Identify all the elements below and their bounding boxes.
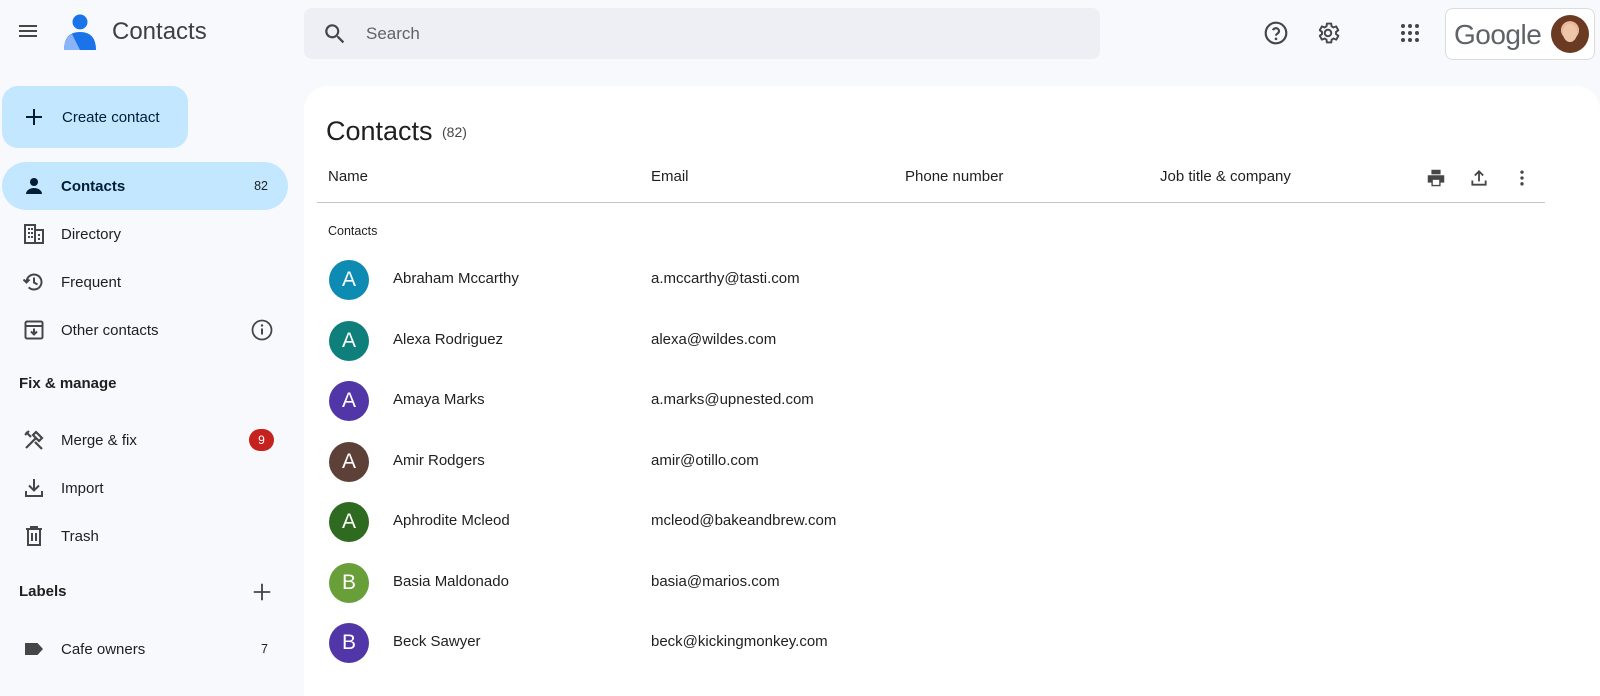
sidebar: Create contact Contacts 82 Directory Fre… — [0, 70, 300, 696]
create-contact-button[interactable]: Create contact — [2, 86, 188, 148]
building-icon — [24, 224, 44, 244]
table-row[interactable]: A Amir Rodgers amir@otillo.com — [304, 432, 1564, 492]
labels-header: Labels — [19, 583, 67, 600]
apps-button[interactable] — [1390, 13, 1430, 53]
contact-avatar: B — [329, 623, 369, 663]
more-options-button[interactable] — [1506, 162, 1538, 194]
contacts-logo-icon[interactable] — [62, 12, 98, 52]
label-count: 7 — [261, 642, 268, 656]
page-count: (82) — [442, 124, 467, 140]
top-bar: Contacts Google — [0, 0, 1600, 70]
sidebar-item-label: Merge & fix — [61, 431, 137, 449]
contact-name: Amir Rodgers — [393, 451, 485, 469]
upload-icon — [1471, 170, 1487, 186]
user-avatar[interactable] — [1551, 15, 1589, 53]
sidebar-item-label: Directory — [61, 225, 122, 243]
print-icon — [1427, 169, 1445, 187]
sidebar-item-trash[interactable]: Trash — [2, 512, 288, 560]
hamburger-icon — [19, 25, 37, 37]
sidebar-item-merge-fix[interactable]: Merge & fix 9 — [2, 416, 288, 464]
help-icon — [1264, 21, 1288, 45]
contact-email: alexa@wildes.com — [651, 330, 777, 348]
table-row[interactable]: A Abraham Mccarthy a.mccarthy@tasti.com — [304, 250, 1564, 310]
contact-email: amir@otillo.com — [651, 451, 759, 469]
search-input[interactable] — [366, 8, 1066, 59]
export-button[interactable] — [1463, 162, 1495, 194]
table-row[interactable]: A Aphrodite Mcleod mcleod@bakeandbrew.com — [304, 492, 1564, 552]
sidebar-item-directory[interactable]: Directory — [2, 210, 288, 258]
download-icon — [25, 479, 43, 497]
contact-avatar: B — [329, 562, 369, 603]
account-switcher[interactable]: Google — [1445, 8, 1595, 60]
contact-email: a.marks@upnested.com — [651, 391, 814, 408]
contact-name: Alexa Rodriguez — [393, 330, 504, 348]
search-bar — [304, 8, 1100, 59]
column-header-phone[interactable]: Phone number — [905, 168, 1003, 185]
column-header-name[interactable]: Name — [328, 168, 368, 185]
contact-avatar: A — [329, 381, 369, 421]
label-icon — [25, 643, 43, 655]
sidebar-item-label: Frequent — [61, 273, 122, 291]
sidebar-item-label: Import — [61, 479, 104, 497]
help-button[interactable] — [1256, 13, 1296, 53]
archive-icon — [24, 320, 44, 340]
person-icon — [26, 178, 42, 194]
group-label: Contacts — [328, 224, 378, 238]
history-icon — [22, 273, 43, 291]
info-icon[interactable] — [250, 318, 274, 342]
table-row[interactable]: B Beck Sawyer beck@kickingmonkey.com — [304, 613, 1564, 673]
sidebar-item-label: Contacts — [61, 177, 126, 195]
contact-name: Basia Maldonado — [393, 572, 509, 590]
sidebar-item-contacts[interactable]: Contacts 82 — [2, 162, 288, 210]
table-row[interactable]: A Amaya Marks a.marks@upnested.com — [304, 371, 1564, 431]
merge-fix-badge: 9 — [249, 429, 274, 451]
trash-icon — [26, 526, 42, 546]
gear-icon — [1318, 22, 1340, 44]
sidebar-item-label: Trash — [61, 527, 99, 545]
contact-name: Beck Sawyer — [393, 633, 481, 650]
contact-avatar: A — [329, 260, 369, 300]
search-icon[interactable] — [322, 21, 348, 47]
fix-manage-header: Fix & manage — [19, 375, 117, 392]
column-header-job[interactable]: Job title & company — [1160, 168, 1291, 185]
contacts-count: 82 — [254, 179, 268, 193]
merge-fix-icon — [24, 430, 44, 450]
main-menu-button[interactable] — [8, 11, 48, 51]
column-header-email[interactable]: Email — [651, 168, 689, 185]
google-logo: Google — [1454, 19, 1542, 50]
sidebar-item-frequent[interactable]: Frequent — [2, 258, 288, 306]
sidebar-item-cafe-owners[interactable]: Cafe owners 7 — [2, 625, 288, 673]
plus-icon — [253, 583, 271, 601]
contact-avatar: A — [329, 502, 369, 542]
print-button[interactable] — [1420, 162, 1452, 194]
contact-email: a.mccarthy@tasti.com — [651, 270, 800, 287]
contact-avatar: A — [329, 320, 369, 361]
plus-icon — [26, 109, 42, 125]
contact-email: mcleod@bakeandbrew.com — [651, 512, 837, 529]
add-label-button[interactable] — [248, 578, 276, 606]
create-contact-label: Create contact — [62, 108, 160, 126]
table-row[interactable]: B Basia Maldonado basia@marios.com — [304, 553, 1564, 613]
page-title: Contacts — [326, 116, 433, 146]
settings-button[interactable] — [1308, 13, 1348, 53]
contact-avatar: A — [329, 441, 369, 482]
sidebar-item-import[interactable]: Import — [2, 464, 288, 512]
app-title: Contacts — [112, 18, 207, 45]
more-vert-icon — [1520, 170, 1524, 186]
sidebar-item-label: Other contacts — [61, 321, 159, 339]
contact-name: Aphrodite Mcleod — [393, 512, 510, 529]
table-row[interactable]: A Alexa Rodriguez alexa@wildes.com — [304, 311, 1564, 371]
contact-name: Amaya Marks — [393, 391, 485, 408]
contact-email: basia@marios.com — [651, 572, 780, 590]
apps-grid-icon — [1401, 24, 1419, 42]
header-divider — [317, 202, 1545, 203]
contact-name: Abraham Mccarthy — [393, 270, 519, 287]
contacts-list-panel: Contacts (82) Name Email Phone number Jo… — [304, 86, 1600, 696]
sidebar-item-other-contacts[interactable]: Other contacts — [2, 306, 288, 354]
contact-email: beck@kickingmonkey.com — [651, 633, 828, 650]
sidebar-item-label: Cafe owners — [61, 640, 146, 658]
